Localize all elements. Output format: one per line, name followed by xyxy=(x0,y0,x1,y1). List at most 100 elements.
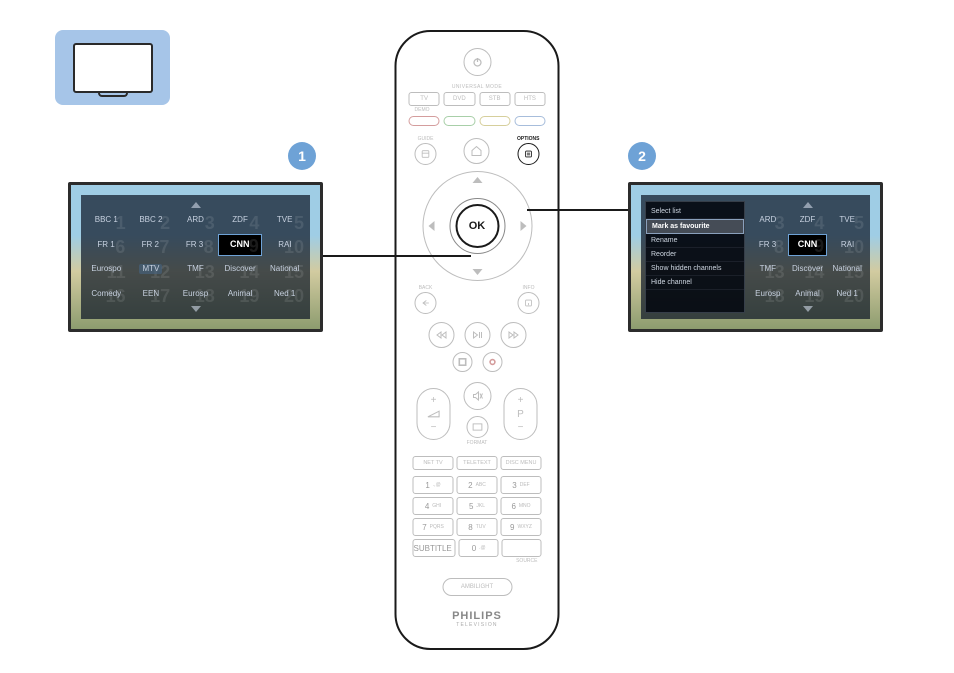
keypad-key[interactable]: 1.,@ xyxy=(413,476,454,494)
channel-cell[interactable]: 6FR 1 xyxy=(85,234,127,257)
grid-arrow-down xyxy=(749,305,866,313)
channel-number: 4 xyxy=(814,213,824,232)
channel-label: FR 3 xyxy=(186,241,203,249)
channel-label: Ned 1 xyxy=(837,290,858,298)
options-button[interactable] xyxy=(517,143,539,165)
home-button[interactable] xyxy=(464,138,490,164)
channel-cell[interactable]: 18Eurosp xyxy=(749,283,787,306)
remote-control: UNIVERSAL MODE TVDVDSTBHTS DEMO GUIDE OP… xyxy=(395,30,560,650)
channel-cell[interactable]: 12MTV xyxy=(130,258,173,281)
ambilight-button[interactable]: AMBILIGHT xyxy=(442,578,512,596)
step-badge-2: 2 xyxy=(628,142,656,170)
channel-cell[interactable]: 2BBC 2 xyxy=(130,209,173,232)
function-button[interactable]: DISC MENU xyxy=(501,456,542,470)
channel-cell[interactable]: 15National xyxy=(263,258,306,281)
channel-label: CNN xyxy=(230,240,250,249)
play-pause-button[interactable] xyxy=(464,322,490,348)
channel-cell[interactable]: 19Animal xyxy=(219,283,262,306)
channel-cell[interactable]: 4ZDF xyxy=(789,209,827,232)
power-button[interactable] xyxy=(463,48,491,76)
mode-button-hts[interactable]: HTS xyxy=(514,92,545,106)
channel-cell[interactable]: 16Comedy xyxy=(85,283,128,306)
channel-label: Discover xyxy=(792,265,823,273)
channel-cell[interactable]: 9CNN xyxy=(218,234,262,257)
channel-cell[interactable]: 18Eurosp xyxy=(174,283,217,306)
channel-cell[interactable]: 11Eurospo xyxy=(85,258,128,281)
channel-cell[interactable]: 5TVE xyxy=(828,209,866,232)
keypad-key[interactable] xyxy=(502,539,542,557)
function-button[interactable]: TELETEXT xyxy=(457,456,498,470)
nav-left-icon xyxy=(428,221,438,231)
channel-label: National xyxy=(270,265,299,273)
channel-cell[interactable]: 1BBC 1 xyxy=(85,209,128,232)
ok-button[interactable]: OK xyxy=(455,204,499,248)
channel-cell[interactable]: 10RAI xyxy=(264,234,306,257)
channel-label: FR 2 xyxy=(142,241,159,249)
color-button-red[interactable] xyxy=(409,116,440,126)
function-button[interactable]: NET TV xyxy=(413,456,454,470)
channel-cell[interactable]: 8FR 3 xyxy=(173,234,215,257)
tv-icon-panel xyxy=(55,30,170,105)
mode-button-stb[interactable]: STB xyxy=(479,92,510,106)
keypad-key[interactable]: 3DEF xyxy=(501,476,542,494)
color-button-green[interactable] xyxy=(444,116,475,126)
record-button[interactable] xyxy=(482,352,502,372)
options-menu-item[interactable]: Rename xyxy=(646,234,744,248)
options-menu-item[interactable]: Select list xyxy=(646,205,744,219)
channel-cell[interactable]: 13TMF xyxy=(174,258,217,281)
navigation-ring[interactable]: OK xyxy=(422,171,532,281)
tv-screen-step1: 1BBC 12BBC 23ARD4ZDF5TVE 6FR 17FR 28FR 39… xyxy=(68,182,323,332)
channel-cell[interactable]: 5TVE xyxy=(263,209,306,232)
info-button[interactable] xyxy=(518,292,540,314)
channel-cell[interactable]: 14Discover xyxy=(789,258,827,281)
stop-button[interactable] xyxy=(452,352,472,372)
keypad-key[interactable]: SUBTITLE xyxy=(413,539,456,557)
back-button[interactable] xyxy=(415,292,437,314)
keypad-key[interactable]: 8TUV xyxy=(457,518,498,536)
channel-cell[interactable]: 13TMF xyxy=(749,258,787,281)
channel-cell[interactable]: 10RAI xyxy=(829,234,866,257)
options-menu-item[interactable]: Show hidden channels xyxy=(646,262,744,276)
color-button-yellow[interactable] xyxy=(479,116,510,126)
mute-button[interactable] xyxy=(463,382,491,410)
channel-cell[interactable]: 15National xyxy=(828,258,866,281)
color-button-blue[interactable] xyxy=(514,116,545,126)
grid-arrow-up xyxy=(749,201,866,209)
mode-button-dvd[interactable]: DVD xyxy=(444,92,475,106)
program-down-icon: − xyxy=(518,422,524,433)
rewind-button[interactable] xyxy=(428,322,454,348)
keypad-key[interactable]: 2ABC xyxy=(457,476,498,494)
channel-cell[interactable]: 19Animal xyxy=(789,283,827,306)
keypad-key[interactable]: 9WXYZ xyxy=(501,518,542,536)
demo-label: DEMO xyxy=(409,107,546,113)
tv-screen-step2: Select listMark as favouriteRenameReorde… xyxy=(628,182,883,332)
options-menu-item[interactable]: Reorder xyxy=(646,248,744,262)
channel-cell[interactable]: 7FR 2 xyxy=(129,234,171,257)
fast-forward-button[interactable] xyxy=(500,322,526,348)
options-menu-item[interactable]: Hide channel xyxy=(646,276,744,290)
guide-button[interactable] xyxy=(415,143,437,165)
channel-cell[interactable]: 3ARD xyxy=(749,209,787,232)
keypad-key[interactable]: 6MNO xyxy=(501,497,542,515)
channel-label: National xyxy=(833,265,862,273)
volume-rocker[interactable]: + − xyxy=(417,388,451,440)
keypad-key[interactable]: 0.@ xyxy=(459,539,499,557)
keypad-key[interactable]: 5JKL xyxy=(457,497,498,515)
program-rocker[interactable]: + P − xyxy=(504,388,538,440)
channel-cell[interactable]: 20Ned 1 xyxy=(263,283,306,306)
channel-cell[interactable]: 17EEN xyxy=(130,283,173,306)
channel-cell[interactable]: 20Ned 1 xyxy=(828,283,866,306)
options-menu-item[interactable]: Mark as favourite xyxy=(646,219,744,234)
format-button[interactable] xyxy=(466,416,488,438)
mode-button-tv[interactable]: TV xyxy=(409,92,440,106)
channel-cell[interactable]: 8FR 3 xyxy=(749,234,786,257)
channel-cell[interactable]: 9CNN xyxy=(788,234,827,257)
keypad-key[interactable]: 7PQRS xyxy=(413,518,454,536)
channel-cell[interactable]: 4ZDF xyxy=(219,209,262,232)
keypad-key[interactable]: 4GHI xyxy=(413,497,454,515)
channel-cell[interactable]: 3ARD xyxy=(174,209,217,232)
channel-cell[interactable]: 14Discover xyxy=(219,258,262,281)
channel-label: Animal xyxy=(228,290,252,298)
channel-number: 6 xyxy=(115,237,125,256)
source-label: SOURCE xyxy=(409,558,546,564)
